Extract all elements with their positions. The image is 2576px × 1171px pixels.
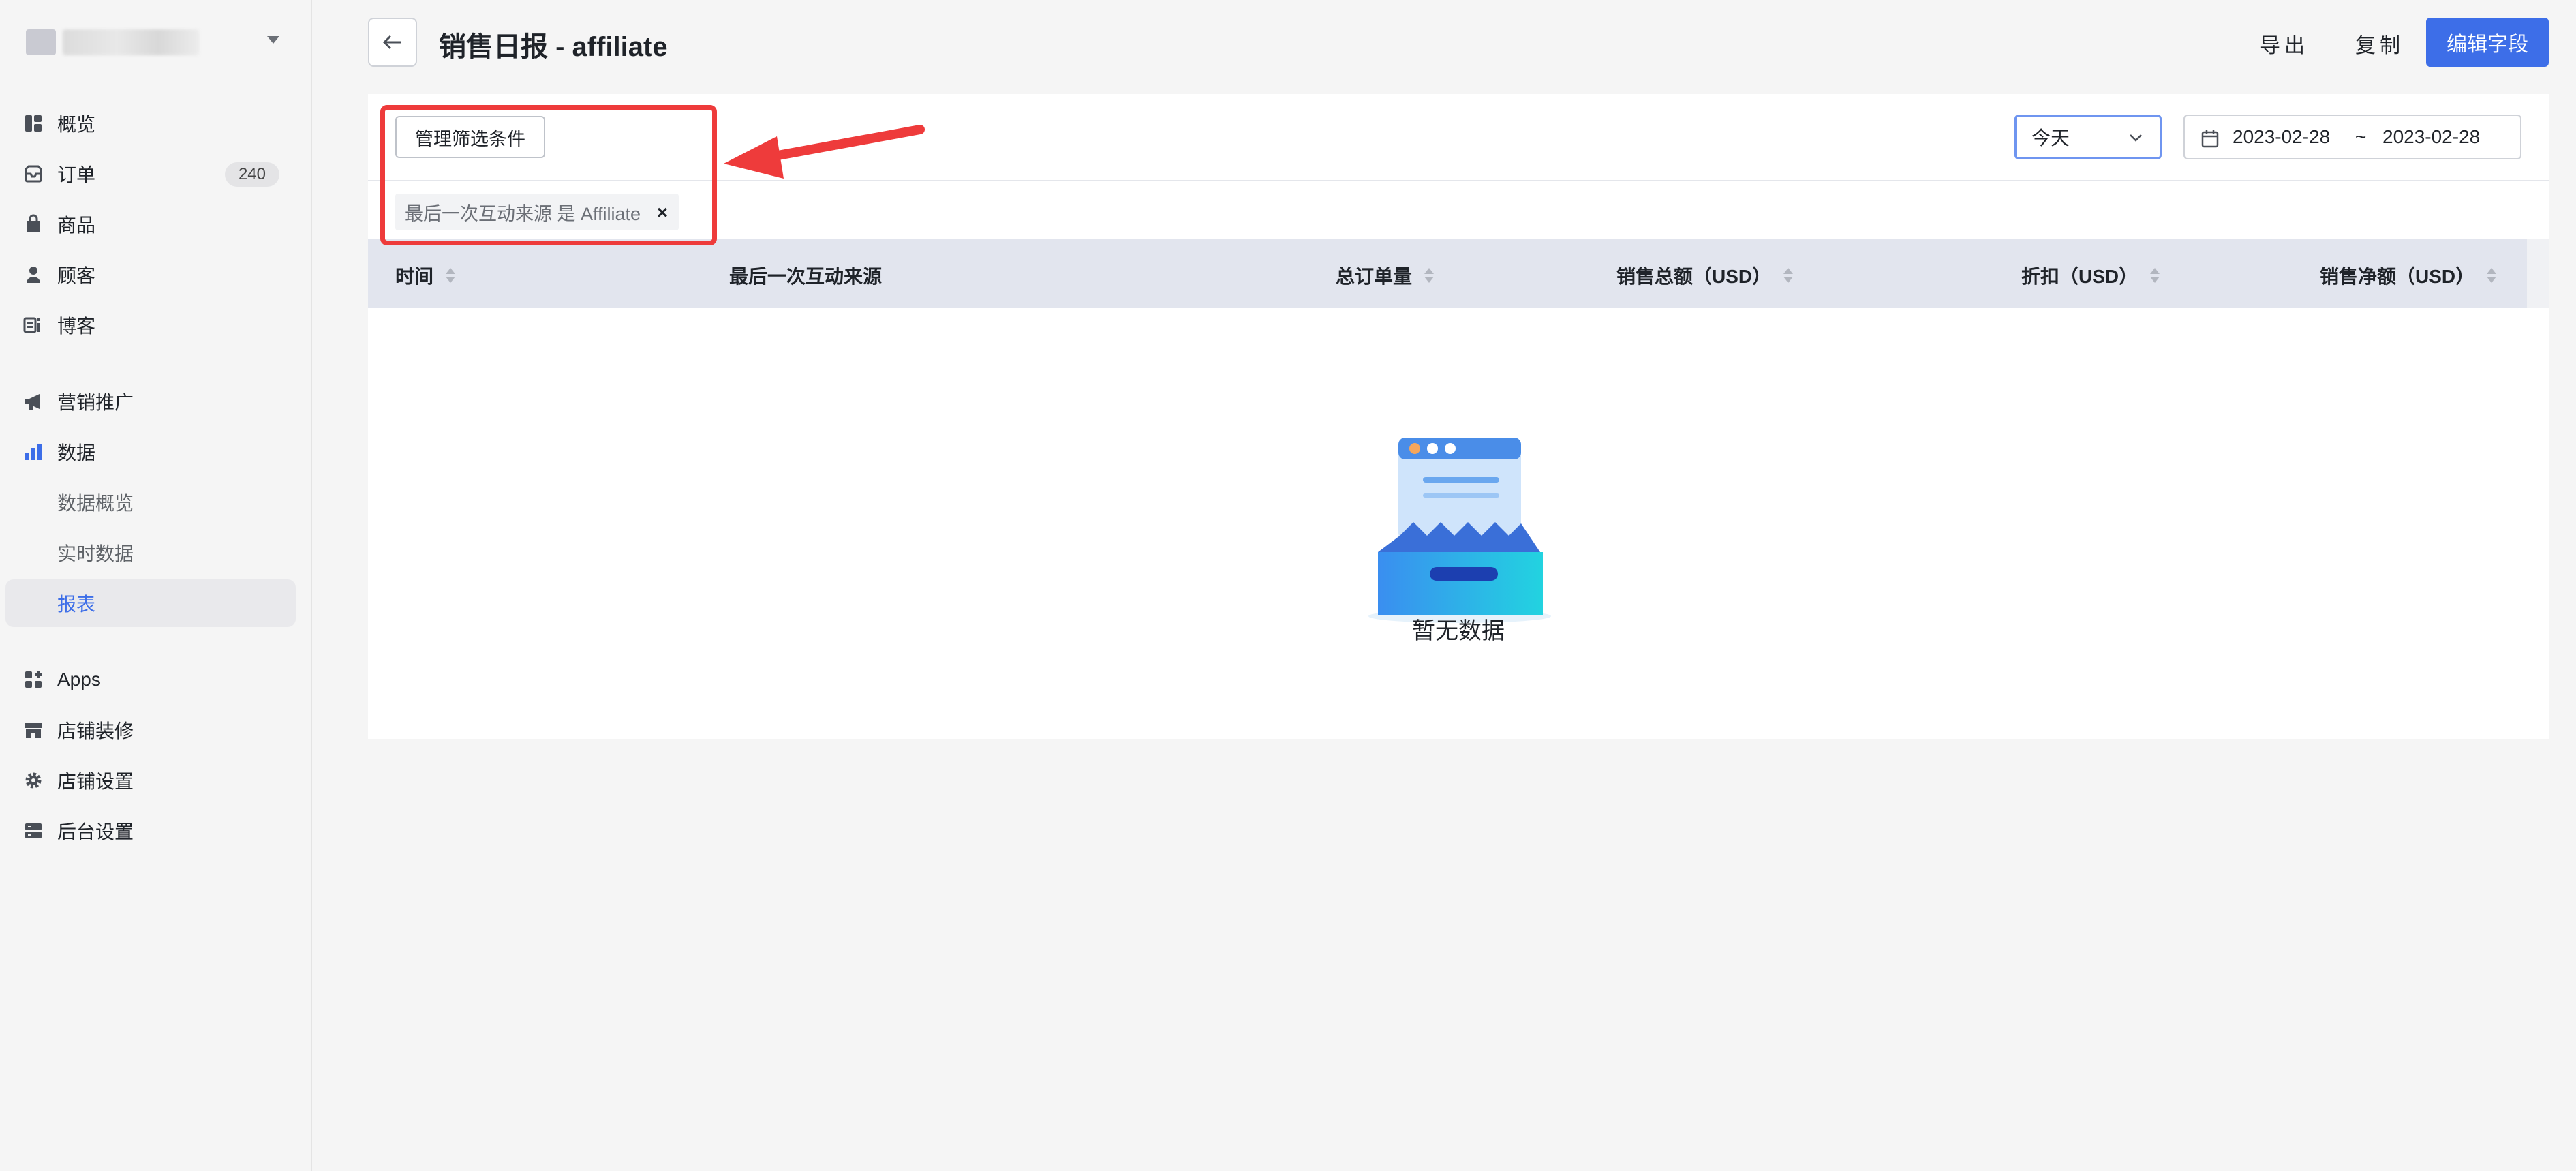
sidebar-item-overview[interactable]: 概览 (5, 100, 296, 147)
table-scrollbar-gutter (2527, 239, 2549, 308)
sidebar: 概览 订单 240 商品 顾客 博客 营销推广 数据 数据概览 实时数据 报表 … (0, 0, 312, 1171)
sidebar-item-label: 顾客 (57, 265, 96, 286)
gear-icon (25, 772, 42, 789)
sidebar-item-label: 后台设置 (57, 821, 134, 842)
column-label: 时间 (395, 266, 434, 287)
column-last-source: 最后一次互动来源 (729, 262, 882, 289)
storefront-icon (25, 723, 42, 738)
shopping-bag-icon (27, 214, 40, 232)
column-label: 总订单量 (1336, 266, 1413, 287)
export-button[interactable]: 导出 (2260, 29, 2309, 59)
caret-down-icon[interactable] (267, 36, 279, 44)
date-end: 2023-02-28 (2382, 126, 2481, 147)
blog-icon (23, 317, 40, 333)
sidebar-item-marketing[interactable]: 营销推广 (5, 378, 296, 425)
annotation-arrow-icon (724, 125, 925, 179)
sort-icon[interactable] (1783, 267, 1794, 284)
sidebar-item-admin-settings[interactable]: 后台设置 (5, 807, 296, 855)
sidebar-item-products[interactable]: 商品 (5, 200, 296, 248)
store-avatar (26, 29, 56, 55)
column-time[interactable]: 时间 (395, 262, 456, 289)
sidebar-item-customers[interactable]: 顾客 (5, 251, 296, 299)
page-title: 销售日报 - affiliate (439, 32, 668, 62)
sidebar-item-orders[interactable]: 订单 240 (5, 150, 296, 198)
sidebar-item-blog[interactable]: 博客 (5, 301, 296, 349)
sidebar-item-label: Apps (57, 669, 101, 690)
copy-button[interactable]: 复制 (2355, 29, 2404, 59)
sidebar-item-label: 概览 (57, 114, 96, 135)
sidebar-item-label: 实时数据 (57, 543, 134, 564)
sort-icon[interactable] (1424, 267, 1435, 284)
table-header: 时间 最后一次互动来源 总订单量 销售总额（USD） 折扣（USD） 销售净额（… (368, 239, 2527, 308)
bar-chart-icon (25, 444, 42, 460)
back-button[interactable] (368, 18, 417, 67)
store-name-blurred (63, 29, 199, 55)
sidebar-item-data-overview[interactable]: 数据概览 (5, 478, 296, 526)
arrow-left-icon (382, 35, 401, 50)
sort-icon[interactable] (2150, 267, 2160, 284)
column-label: 销售净额（USD） (2320, 266, 2475, 287)
sidebar-item-label: 店铺设置 (57, 771, 134, 792)
inbox-icon (25, 165, 42, 183)
column-total-orders[interactable]: 总订单量 (1336, 262, 1435, 289)
column-net-sales[interactable]: 销售净额（USD） (2320, 262, 2497, 289)
apps-icon (25, 671, 42, 688)
column-label: 折扣（USD） (2021, 266, 2138, 287)
sidebar-item-label: 商品 (57, 215, 96, 236)
sidebar-item-data[interactable]: 数据 (5, 428, 296, 476)
megaphone-icon (25, 394, 40, 410)
chevron-down-icon (2130, 134, 2142, 142)
date-start: 2023-02-28 (2233, 126, 2331, 147)
sort-icon[interactable] (2487, 267, 2497, 284)
column-gross-sales[interactable]: 销售总额（USD） (1616, 262, 1794, 289)
sidebar-item-label: 数据概览 (57, 493, 134, 514)
column-discount[interactable]: 折扣（USD） (2021, 262, 2160, 289)
empty-state-text: 暂无数据 (1412, 618, 1505, 644)
dashboard-icon (25, 115, 42, 132)
column-label: 最后一次互动来源 (729, 266, 883, 287)
column-label: 销售总额（USD） (1616, 266, 1772, 287)
sidebar-item-label: 数据 (57, 442, 96, 463)
sort-icon[interactable] (446, 267, 456, 284)
sidebar-item-store-settings[interactable]: 店铺设置 (5, 757, 296, 804)
order-count-badge: 240 (224, 162, 279, 187)
sidebar-item-apps[interactable]: Apps (5, 656, 296, 703)
period-select[interactable]: 今天 (2014, 115, 2162, 159)
store-switcher[interactable] (15, 15, 288, 70)
server-icon (25, 823, 42, 838)
sidebar-item-realtime[interactable]: 实时数据 (5, 529, 296, 577)
sidebar-item-reports[interactable]: 报表 (5, 579, 296, 627)
edit-fields-button[interactable]: 编辑字段 (2426, 18, 2549, 67)
sidebar-item-label: 营销推广 (57, 392, 134, 413)
sidebar-item-label: 订单 (57, 164, 96, 185)
date-range-picker[interactable]: 2023-02-28 ~ 2023-02-28 (2183, 115, 2521, 159)
date-separator: ~ (2355, 126, 2367, 147)
sidebar-item-label: 店铺装修 (57, 720, 134, 742)
sidebar-item-store-decor[interactable]: 店铺装修 (5, 706, 296, 754)
sidebar-item-label: 报表 (57, 594, 96, 615)
annotation-highlight-box (380, 105, 717, 245)
period-select-value: 今天 (2031, 127, 2070, 149)
person-icon (27, 267, 40, 283)
sidebar-item-label: 博客 (57, 316, 96, 337)
calendar-icon (2201, 130, 2219, 148)
